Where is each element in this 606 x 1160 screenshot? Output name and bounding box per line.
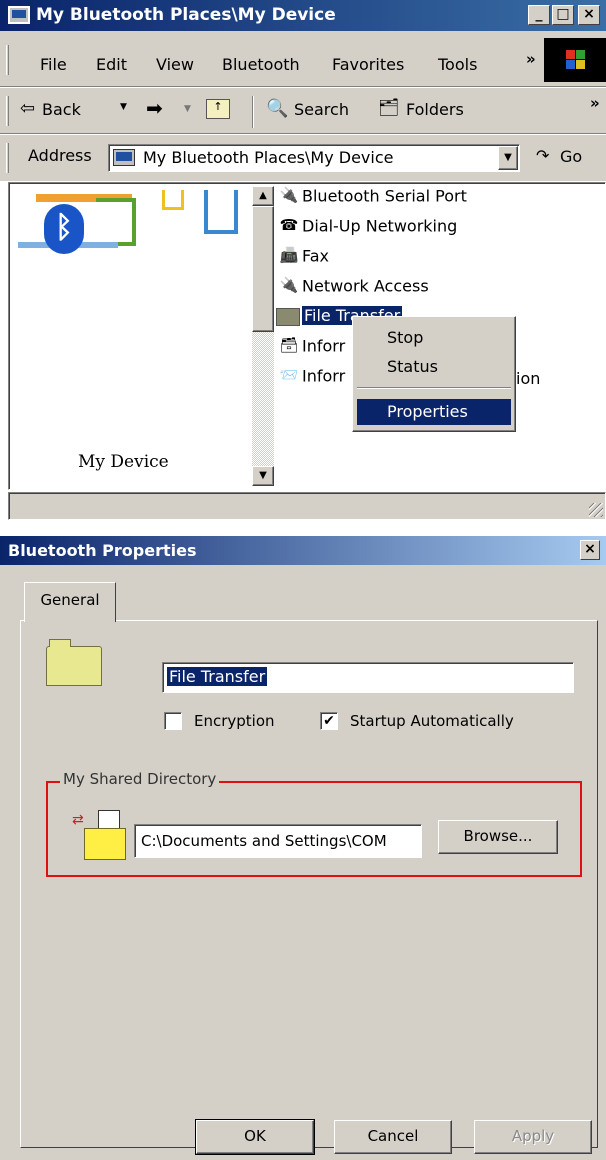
vertical-scrollbar[interactable]: ▲ ▼ [252,186,274,486]
tab-general[interactable]: General [24,582,116,622]
info-sync-icon: 📨 [279,366,299,384]
window-title: My Bluetooth Places\My Device [36,5,336,25]
list-item-network-access[interactable]: 🔌 Network Access [276,276,429,302]
shared-folder-icon: ⇄ [70,806,130,862]
context-properties[interactable]: Properties [357,399,511,425]
folders-button[interactable]: Folders [406,100,464,119]
folders-icon[interactable]: 🗂 [378,98,400,118]
list-item-fax[interactable]: 📠 Fax [276,246,329,272]
toolbar-separator [252,96,254,128]
menu-edit[interactable]: Edit [96,55,127,74]
startup-label: Startup Automatically [350,712,514,730]
windows-logo-icon [544,38,606,82]
address-grip[interactable] [6,143,9,173]
context-menu: Stop Status Properties [352,316,516,432]
toolbar-grip[interactable] [6,96,9,126]
banner-green-stroke [96,198,136,246]
menu-overflow-chevron[interactable]: » [526,50,536,68]
context-status[interactable]: Status [357,354,511,380]
address-value: My Bluetooth Places\My Device [143,148,394,167]
dialog-title: Bluetooth Properties [8,541,197,560]
menu-tools[interactable]: Tools [438,55,477,74]
device-label: My Device [78,452,169,472]
context-separator [357,387,511,389]
item-label: Inforr [302,366,346,386]
status-bar [8,492,606,520]
window-icon [8,6,30,24]
item-label: Network Access [302,276,429,296]
cancel-button[interactable]: Cancel [334,1120,452,1154]
service-name-value: File Transfer [167,667,268,686]
browse-button[interactable]: Browse... [438,820,558,854]
list-item-info-exchange[interactable]: 🗃 Inforr [276,336,345,362]
maximize-button[interactable]: □ [552,5,574,25]
scroll-thumb[interactable] [252,206,274,332]
menu-view[interactable]: View [156,55,194,74]
item-label: Fax [302,246,330,266]
minimize-button[interactable]: _ [528,5,550,25]
shared-directory-label: My Shared Directory [60,770,220,788]
up-folder-icon[interactable]: ↑ [206,99,230,119]
scroll-up-button[interactable]: ▲ [252,186,274,206]
search-icon[interactable]: 🔍 [266,98,288,119]
item-label-tail: ion [516,369,541,388]
explorer-title-bar[interactable]: My Bluetooth Places\My Device _ □ × [0,0,606,31]
menu-bluetooth[interactable]: Bluetooth [222,55,300,74]
list-item-serial-port[interactable]: 🔌 Bluetooth Serial Port [276,186,467,212]
shared-directory-path-input[interactable]: C:\Documents and Settings\COM [134,824,422,858]
dialup-icon: ☎ [279,216,299,234]
computer-icon [113,149,135,166]
toolbar-overflow-chevron[interactable]: » [590,94,600,112]
address-dropdown-button[interactable]: ▼ [498,146,518,170]
folder-icon [276,307,300,326]
address-input[interactable]: My Bluetooth Places\My Device ▼ [108,144,520,172]
menu-file[interactable]: File [40,55,67,74]
encryption-checkbox[interactable] [164,712,182,730]
ok-button[interactable]: OK [195,1119,315,1155]
menu-grip[interactable] [6,45,9,75]
item-label: Bluetooth Serial Port [302,186,467,206]
dialog-close-button[interactable]: × [580,540,600,560]
tab-panel [20,620,598,1148]
list-item-info-sync[interactable]: 📨 Inforr [276,366,346,392]
encryption-label: Encryption [194,712,275,730]
scroll-down-button[interactable]: ▼ [252,466,274,486]
item-label: Inforr [302,336,346,356]
forward-arrow-icon[interactable]: ➡ [146,96,163,120]
search-button[interactable]: Search [294,100,349,119]
network-access-icon: 🔌 [279,276,299,294]
resize-grip-icon[interactable] [589,503,603,517]
go-arrow-icon[interactable]: ↷ [536,146,549,165]
fax-icon: 📠 [279,246,299,264]
item-label: Dial-Up Networking [302,216,458,236]
info-exchange-icon: 🗃 [279,336,299,354]
banner-yellow-stroke [162,190,184,210]
menu-favorites[interactable]: Favorites [332,55,404,74]
address-label: Address [28,146,92,165]
apply-button[interactable]: Apply [474,1120,592,1154]
bluetooth-logo-icon: ᛒ [44,204,84,254]
back-button[interactable]: Back [42,100,81,119]
close-button[interactable]: × [578,5,600,25]
context-stop[interactable]: Stop [357,325,511,351]
list-item-dialup[interactable]: ☎ Dial-Up Networking [276,216,458,242]
folder-icon [46,639,102,686]
dialog-title-bar[interactable]: Bluetooth Properties × [0,536,606,565]
back-arrow-icon[interactable]: ⇦ [20,98,35,119]
startup-checkbox[interactable]: ✔ [320,712,338,730]
forward-dropdown-icon[interactable]: ▼ [184,104,191,114]
banner-blue-stroke [204,190,238,234]
go-button[interactable]: Go [560,147,582,166]
service-name-input[interactable]: File Transfer [162,662,574,693]
left-info-panel: ᛒ [12,186,250,486]
serial-port-icon: 🔌 [279,186,299,204]
menu-bar [0,31,606,87]
back-dropdown-icon[interactable]: ▼ [120,102,127,112]
